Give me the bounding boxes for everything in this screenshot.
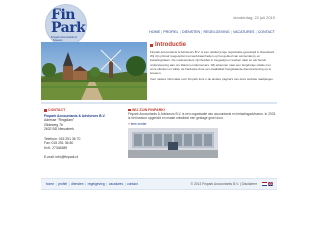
top-navigation: HOME | PROFIEL | DIENSTEN | REGELGEVING | VA…: [148, 30, 276, 34]
nav-regelgeving[interactable]: REGELGEVING: [202, 30, 231, 34]
nav-home[interactable]: HOME: [148, 30, 161, 34]
intro-section: Introductie Finpark Accountants & Advise…: [150, 42, 276, 81]
about-text: Finpark Accountants & Adviseurs B.V. is …: [128, 112, 276, 121]
contact-heading: CONTACT: [44, 108, 120, 113]
office-photo: [128, 127, 218, 158]
header-photo: [41, 42, 147, 100]
red-square-bullet-icon: [128, 108, 131, 112]
uk-flag-icon[interactable]: [268, 182, 273, 186]
logo-text-park: Park: [51, 20, 86, 36]
about-section: WIJ ZIJN FINPARK! Finpark Accountants & …: [128, 108, 276, 158]
contact-section: CONTACT Finpark Accountants & Adviseurs …: [44, 108, 120, 160]
language-switcher: [260, 182, 277, 186]
red-square-bullet-icon: [44, 109, 47, 112]
contact-email[interactable]: E-mail: info@finpark.nl: [44, 155, 120, 160]
intro-paragraph-2: Voor nadere informatie over Finpark kunt…: [150, 77, 274, 82]
finpark-logo[interactable]: Fin Park Finpark Accountants & Adviseurs: [45, 4, 87, 46]
nav-profiel[interactable]: PROFIEL: [162, 30, 180, 34]
footer-links: home | profiel | diensten | regelgeving | va…: [41, 182, 139, 186]
current-date: donderdag, 22 juli 2010: [233, 15, 275, 20]
footer-link-home[interactable]: home: [45, 182, 55, 186]
arrow-right-icon: »: [128, 121, 130, 126]
section-divider: [41, 102, 277, 104]
uk-flag-graphic: [268, 182, 273, 186]
footer-link-profiel[interactable]: profiel: [57, 182, 68, 186]
footer-link-regelgeving[interactable]: regelgeving: [87, 182, 106, 186]
read-more-link[interactable]: » lees verder: [128, 122, 276, 126]
office-photo-image: [128, 127, 218, 158]
nav-contact[interactable]: CONTACT: [257, 30, 276, 34]
village-photo-image: [41, 42, 147, 100]
footer-copyright: © 2013 Finpark Accountants B.V. | Discla…: [190, 182, 257, 186]
intro-paragraph: Finpark Accountants & Adviseurs B.V. is …: [150, 50, 275, 76]
page-container: Fin Park Finpark Accountants & Adviseurs…: [40, 0, 280, 240]
contact-title: CONTACT: [48, 108, 66, 112]
footer-link-vacatures[interactable]: vacatures: [108, 182, 124, 186]
red-square-bullet-icon: [150, 43, 153, 47]
footer-link-contact[interactable]: contact: [126, 182, 138, 186]
nav-vacatures[interactable]: VACATURES: [232, 30, 256, 34]
footer-link-diensten[interactable]: diensten: [70, 182, 84, 186]
nav-diensten[interactable]: DIENSTEN: [181, 30, 202, 34]
footer-bar: home | profiel | diensten | regelgeving | va…: [41, 178, 277, 190]
intro-title: Introductie: [155, 42, 186, 48]
nl-flag-icon[interactable]: [261, 182, 267, 186]
intro-heading: Introductie: [150, 42, 276, 48]
read-more-label: lees verder: [130, 121, 147, 126]
